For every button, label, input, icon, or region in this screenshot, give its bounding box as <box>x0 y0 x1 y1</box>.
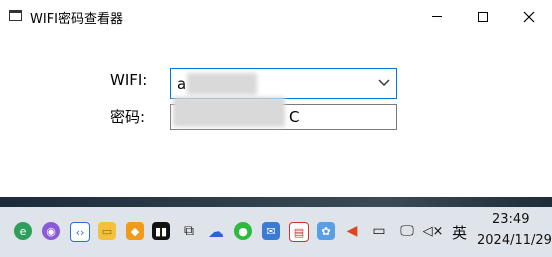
password-value: C <box>289 108 300 126</box>
wifi-label: WIFI: <box>110 71 148 89</box>
password-field[interactable]: C <box>170 97 397 130</box>
minimize-icon <box>432 16 442 17</box>
maximize-icon <box>478 11 488 22</box>
close-button[interactable] <box>506 0 552 33</box>
ime-indicator[interactable]: 英 <box>452 222 467 243</box>
clock-date[interactable]: 2024/11/29 <box>477 233 552 248</box>
title-bar[interactable]: WIFI密码查看器 <box>0 0 552 33</box>
desktop-wallpaper <box>0 197 552 207</box>
close-icon <box>523 11 535 22</box>
cloud-icon[interactable]: ☁ <box>207 222 225 241</box>
dual-window-icon[interactable]: ▮▮ <box>152 222 170 240</box>
cat-icon[interactable]: ◉ <box>42 222 60 240</box>
photos-icon[interactable]: ✿ <box>317 222 335 240</box>
volume-icon[interactable]: ◁× <box>423 222 444 240</box>
wifi-select-value: a <box>177 75 187 93</box>
copy-icon[interactable]: ⧉ <box>180 222 198 240</box>
edge-icon[interactable]: e <box>14 222 32 240</box>
app-window: WIFI密码查看器 WIFI: a 密码: C <box>0 0 552 197</box>
app-icon[interactable]: ▤ <box>289 222 309 242</box>
arrow-tray-icon[interactable]: ◀ <box>343 222 361 240</box>
maximize-button[interactable] <box>460 0 506 33</box>
taskbar: e ◉ ‹› ▭ ◆ ▮▮ ⧉ ☁ ● ✉ ▤ ✿ ◀ ▭ 🖵 ◁× 英 23:… <box>0 207 552 257</box>
chevron-down-icon[interactable] <box>378 79 390 87</box>
file-explorer-icon[interactable]: ▭ <box>98 222 116 240</box>
mail-icon[interactable]: ✉ <box>262 222 280 240</box>
minimize-button[interactable] <box>414 0 460 33</box>
redacted-password <box>173 97 285 127</box>
battery-icon[interactable]: ▭ <box>370 222 388 240</box>
network-icon[interactable]: 🖵 <box>398 222 416 240</box>
app-window-icon <box>9 10 22 21</box>
wifi-select[interactable]: a <box>170 68 397 99</box>
clock-time[interactable]: 23:49 <box>492 212 529 227</box>
code-icon[interactable]: ‹› <box>70 222 90 242</box>
shield-icon[interactable]: ◆ <box>126 222 144 240</box>
password-label: 密码: <box>110 108 146 126</box>
wechat-icon[interactable]: ● <box>234 222 252 240</box>
window-title: WIFI密码查看器 <box>30 12 123 27</box>
redacted-wifi-name <box>187 73 257 95</box>
